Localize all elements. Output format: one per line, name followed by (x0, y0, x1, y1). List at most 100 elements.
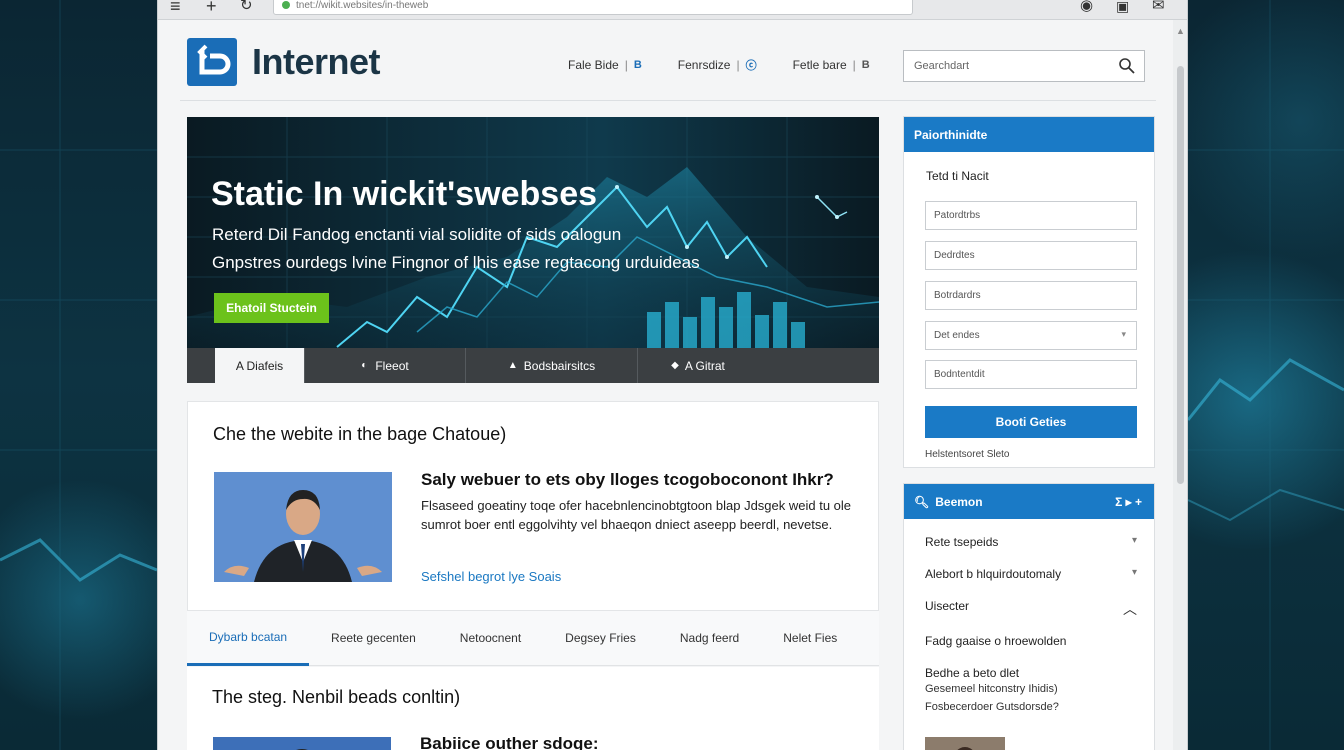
content-tab-4[interactable]: Degsey Fries (543, 611, 658, 666)
hero-tab-label: A Gitrat (684, 358, 725, 373)
browser-window: ≡ + ↻ tnet://wikit.websites/in-theweb ◉ … (157, 0, 1188, 750)
hero-tab-icon: ▲ (507, 360, 518, 371)
search-icon[interactable] (1118, 57, 1136, 78)
hero-tab-icon: ◐ (361, 360, 368, 371)
secure-icon (282, 1, 290, 9)
sidebar-form-header: Paiorthinidte (904, 117, 1154, 152)
article-card-2: The steg. Nenbil beads conltin) Babiice … (187, 667, 879, 750)
list-line-1: Gesemeel hitconstry Ihidis) (925, 683, 1058, 695)
chevron-down-icon: ▾ (1131, 567, 1137, 578)
article-section-heading: Che the webite in the bage Chatoue) (213, 424, 507, 444)
nav-item-1[interactable]: Fale Bide | B (568, 57, 642, 73)
hero-tab-spacer (187, 348, 215, 383)
hero-tab-label: A Diafeis (235, 358, 284, 373)
account-icon[interactable]: ◉ (1080, 0, 1093, 16)
nav-item-label: Fetle bare (792, 58, 847, 72)
form-field-3[interactable]: Botrdardrs (925, 281, 1137, 310)
nav-icon: B (633, 59, 642, 71)
hero-title: Static In wickit'swebses (211, 175, 598, 213)
site-logo[interactable]: Internet (187, 38, 381, 86)
mail-icon[interactable]: ✉ (1152, 0, 1165, 16)
hero-tab-1[interactable]: A Diafeis (215, 348, 305, 383)
hero-tab-3[interactable]: ▲ Bodsbairsitcs (466, 348, 638, 383)
hero-tabs: A Diafeis ◐ Fleeot ▲ Bodsbairsitcs ◆ A Gitr… (187, 348, 879, 383)
form-note[interactable]: Helstentsoret Sleto (925, 449, 1010, 460)
field-placeholder: Dedrdtes (934, 250, 975, 261)
list-subtitle[interactable]: Fadg gaaise o hroewolden (925, 634, 1137, 666)
list-item[interactable]: Uisecter ︿ (925, 599, 1137, 631)
sidebar-list-title: Beemon (935, 494, 983, 509)
search-input[interactable]: Gearchdart (903, 50, 1145, 82)
nav-item-label: Fenrsdize (677, 58, 731, 72)
hero-tab-icon: ◆ (671, 360, 679, 371)
field-placeholder: Botrdardrs (934, 290, 981, 301)
chevron-down-icon: ▾ (1121, 329, 1126, 339)
article2-section-heading: The steg. Nenbil beads conltin) (212, 687, 461, 707)
field-placeholder: Det endes (934, 330, 980, 341)
list-item-label: Uisecter (925, 599, 970, 613)
content-tabs: Dybarb bcatan Reete gecenten Netoocnent … (187, 611, 879, 666)
scroll-up-icon[interactable]: ▲ (1176, 26, 1185, 36)
scroll-thumb[interactable] (1177, 66, 1184, 484)
list-item[interactable]: Rete tsepeids ▾ (925, 535, 1137, 567)
sidebar-form-panel: Paiorthinidte Tetd ti Nacit Patordtrbs D… (903, 116, 1155, 468)
article-link[interactable]: Sefshel begrot lye Soais (421, 569, 561, 584)
nav-icon: ⓒ (745, 60, 757, 72)
reload-icon[interactable]: ↻ (240, 0, 253, 16)
article-card: Che the webite in the bage Chatoue) Saly… (187, 401, 879, 611)
hero-tab-2[interactable]: ◐ Fleeot (305, 348, 466, 383)
article-body: Flsaseed goeatiny toqe ofer hacebnlencin… (421, 498, 852, 532)
chevron-down-icon: ▾ (1131, 535, 1137, 546)
article-title[interactable]: Saly webuer to ets oby lloges tcogobocon… (421, 470, 834, 490)
menu-icon[interactable]: ≡ (170, 0, 181, 16)
nav-item-3[interactable]: Fetle bare | B (793, 57, 870, 73)
address-bar[interactable]: tnet://wikit.websites/in-theweb (273, 0, 913, 15)
hero-tab-label: Bodsbairsitcs (523, 358, 596, 373)
article2-photo (213, 737, 391, 750)
sidebar-list: Rete tsepeids ▾ Alebort b hlquirdoutomaly… (925, 535, 1137, 716)
extension-icon[interactable]: ▣ (1116, 0, 1129, 16)
content-tab-6[interactable]: Nelet Fies (761, 611, 859, 666)
form-submit-button[interactable]: Booti Geties (925, 406, 1137, 438)
list-item[interactable]: Alebort b hlquirdoutomaly ▾ (925, 567, 1137, 599)
content-tab-2[interactable]: Reete gecenten (309, 611, 438, 666)
list-item-label: Rete tsepeids (925, 535, 999, 549)
list-line-2: Fosbecerdoer Gutsdorsde? (925, 701, 1059, 713)
field-placeholder: Bodntentdit (934, 369, 985, 380)
content-tab-1[interactable]: Dybarb bcatan (187, 611, 310, 666)
nav-icon: B (861, 59, 870, 71)
scrollbar[interactable]: ▲ (1173, 20, 1187, 750)
address-bar-url: tnet://wikit.websites/in-theweb (296, 0, 429, 11)
form-field-5[interactable]: Bodntentdit (925, 360, 1137, 389)
sidebar-list-panel: 🔍︎ Beemon Σ ▸ + Rete tsepeids ▾ Alebort b … (903, 483, 1155, 750)
search-placeholder: Gearchdart (914, 60, 970, 72)
header-divider (180, 100, 1156, 101)
hero-tab-label: Fleeot (375, 358, 409, 373)
hero-subtitle-2: Gnpstres ourdegs lvine Fingnor of lhis e… (212, 253, 700, 272)
list-item-label: Alebort b hlquirdoutomaly (925, 567, 1062, 581)
hero-chart-graphic (187, 117, 879, 383)
form-field-2[interactable]: Dedrdtes (925, 241, 1137, 270)
nav-item-2[interactable]: Fenrsdize | ⓒ (678, 57, 757, 73)
content-tab-5[interactable]: Nadg feerd (658, 611, 761, 666)
sidebar-photo (925, 737, 1005, 750)
hero-banner: Static In wickit'swebses Reterd Dil Fand… (187, 117, 879, 383)
search-icon: 🔍︎ (914, 494, 930, 509)
logo-text: Internet (252, 41, 381, 82)
logo-mark-icon (187, 38, 237, 86)
chevron-up-icon: ︿ (1123, 601, 1137, 617)
hero-cta-button[interactable]: Ehatoil Stuctein (214, 293, 329, 323)
form-select[interactable]: Det endes ▾ (925, 321, 1137, 350)
add-tab-icon[interactable]: + (206, 0, 217, 16)
field-placeholder: Patordtrbs (934, 210, 981, 221)
header-actions-icon[interactable]: Σ ▸ + (1115, 495, 1142, 509)
nav-item-label: Fale Bide (568, 58, 619, 72)
content-tab-3[interactable]: Netoocnent (438, 611, 543, 666)
article-photo (214, 472, 392, 582)
sidebar-list-header: 🔍︎ Beemon Σ ▸ + (904, 484, 1154, 519)
form-field-1[interactable]: Patordtrbs (925, 201, 1137, 230)
article2-title[interactable]: Babiice outher sdoge: (420, 734, 599, 750)
hero-subtitle-1: Reterd Dil Fandog enctanti vial solidite… (212, 225, 622, 244)
list-subheading: Bedhe a beto dlet (925, 666, 1020, 680)
hero-tab-4[interactable]: ◆ A Gitrat (638, 348, 758, 383)
